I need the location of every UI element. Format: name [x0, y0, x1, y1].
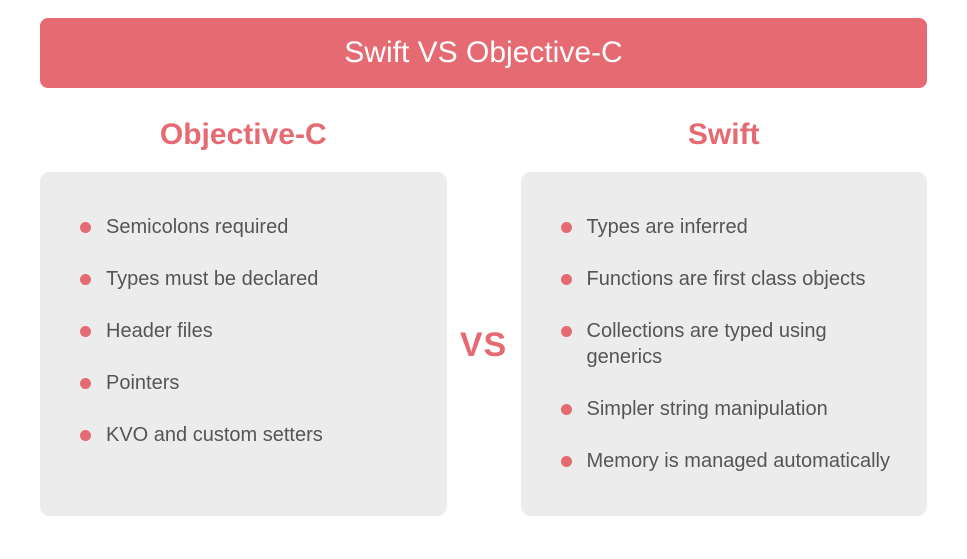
left-card: Semicolons required Types must be declar… [40, 172, 447, 516]
list-item: Types must be declared [80, 266, 415, 292]
right-list: Types are inferred Functions are first c… [561, 214, 896, 474]
right-column: Swift Types are inferred Functions are f… [521, 104, 928, 516]
list-item: Types are inferred [561, 214, 896, 240]
vs-label: VS [460, 326, 507, 365]
list-item: Pointers [80, 370, 415, 396]
list-item: Collections are typed using generics [561, 318, 896, 370]
list-item: KVO and custom setters [80, 422, 415, 448]
left-column: Objective-C Semicolons required Types mu… [40, 104, 447, 516]
comparison-columns: Objective-C Semicolons required Types mu… [40, 104, 927, 516]
list-item: Header files [80, 318, 415, 344]
right-column-header: Swift [521, 104, 928, 172]
list-item: Semicolons required [80, 214, 415, 240]
title-bar: Swift VS Objective-C [40, 18, 927, 88]
right-card: Types are inferred Functions are first c… [521, 172, 928, 516]
title-text: Swift VS Objective-C [344, 36, 622, 69]
list-item: Simpler string manipulation [561, 396, 896, 422]
left-column-header: Objective-C [40, 104, 447, 172]
list-item: Memory is managed automatically [561, 448, 896, 474]
list-item: Functions are first class objects [561, 266, 896, 292]
vs-divider: VS [447, 174, 521, 516]
left-list: Semicolons required Types must be declar… [80, 214, 415, 448]
